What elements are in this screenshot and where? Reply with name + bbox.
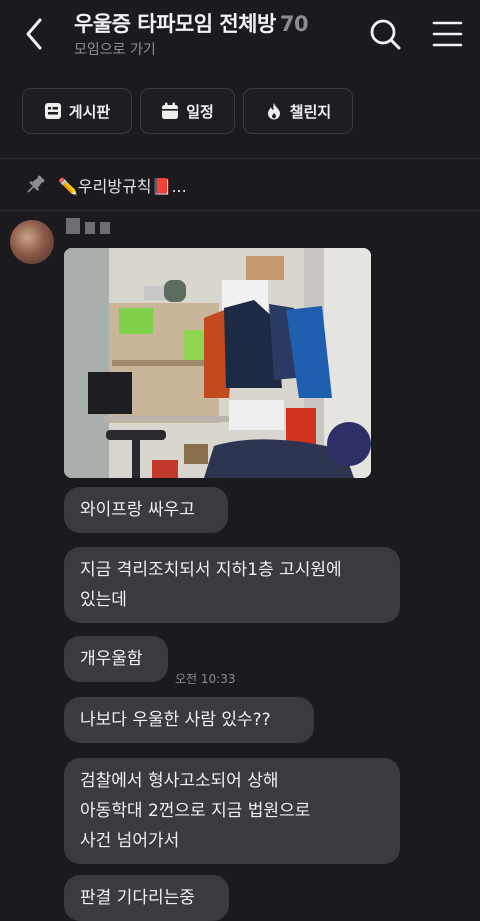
chat-title-text: 우울증 타파모임 전체방 xyxy=(74,12,276,36)
calendar-icon xyxy=(162,102,179,119)
photo-message[interactable] xyxy=(64,248,371,478)
message-timestamp: 오전 10:33 xyxy=(175,672,236,686)
board-icon xyxy=(44,103,61,119)
chat-header: 우울증 타파모임 전체방 70 모임으로 가기 xyxy=(0,0,480,76)
tab-challenge[interactable]: 챌린지 xyxy=(243,88,353,134)
tab-schedule-label: 일정 xyxy=(186,102,214,121)
message-text-line: 있는데 xyxy=(80,590,127,610)
member-count: 70 xyxy=(279,12,309,36)
tab-board[interactable]: 게시판 xyxy=(22,88,132,134)
message-text-line: 아동학대 2껀으로 지금 법원으로 xyxy=(80,801,311,821)
avatar[interactable] xyxy=(10,220,54,264)
menu-button[interactable] xyxy=(428,14,466,54)
pin-icon xyxy=(27,175,45,193)
divider xyxy=(0,210,480,211)
search-icon xyxy=(370,19,401,50)
message-text-line: 개우울함 xyxy=(80,649,143,669)
message-text-line: 나보다 우울한 사람 있수?? xyxy=(80,710,271,730)
message-bubble[interactable]: 지금 격리조치되서 지하1층 고시원에 있는데 xyxy=(64,547,400,623)
tab-board-label: 게시판 xyxy=(68,102,111,121)
divider xyxy=(0,158,480,159)
message-bubble[interactable]: 와이프랑 싸우고 xyxy=(64,487,228,533)
message-bubble[interactable]: 검찰에서 형사고소되어 상해 아동학대 2껀으로 지금 법원으로 사건 넘어가서 xyxy=(64,758,400,864)
hamburger-menu-icon xyxy=(432,21,463,47)
tab-schedule[interactable]: 일정 xyxy=(140,88,235,134)
notice-text: ✏️우리방규칙📕... xyxy=(58,177,187,196)
sender-name-blurred xyxy=(66,218,110,234)
pinned-notice[interactable]: ✏️우리방규칙📕... xyxy=(0,160,480,210)
go-to-group-link[interactable]: 모임으로 가기 xyxy=(74,39,156,59)
message-bubble[interactable]: 판결 기다리는중 xyxy=(64,875,229,921)
message-text-line: 판결 기다리는중 xyxy=(80,888,195,908)
tab-challenge-label: 챌린지 xyxy=(289,102,332,121)
chevron-left-icon xyxy=(26,18,42,50)
message-text-line: 사건 넘어가서 xyxy=(80,831,180,851)
message-text-line: 와이프랑 싸우고 xyxy=(80,500,195,520)
room-photo xyxy=(64,248,371,478)
search-button[interactable] xyxy=(366,14,404,54)
flame-icon xyxy=(267,103,280,120)
back-button[interactable] xyxy=(18,14,54,54)
message-text-line: 지금 격리조치되서 지하1층 고시원에 xyxy=(80,560,342,580)
message-text-line: 검찰에서 형사고소되어 상해 xyxy=(80,771,279,791)
message-bubble[interactable]: 개우울함 xyxy=(64,636,168,682)
message-bubble[interactable]: 나보다 우울한 사람 있수?? xyxy=(64,697,314,743)
chat-title: 우울증 타파모임 전체방 70 xyxy=(74,8,309,38)
